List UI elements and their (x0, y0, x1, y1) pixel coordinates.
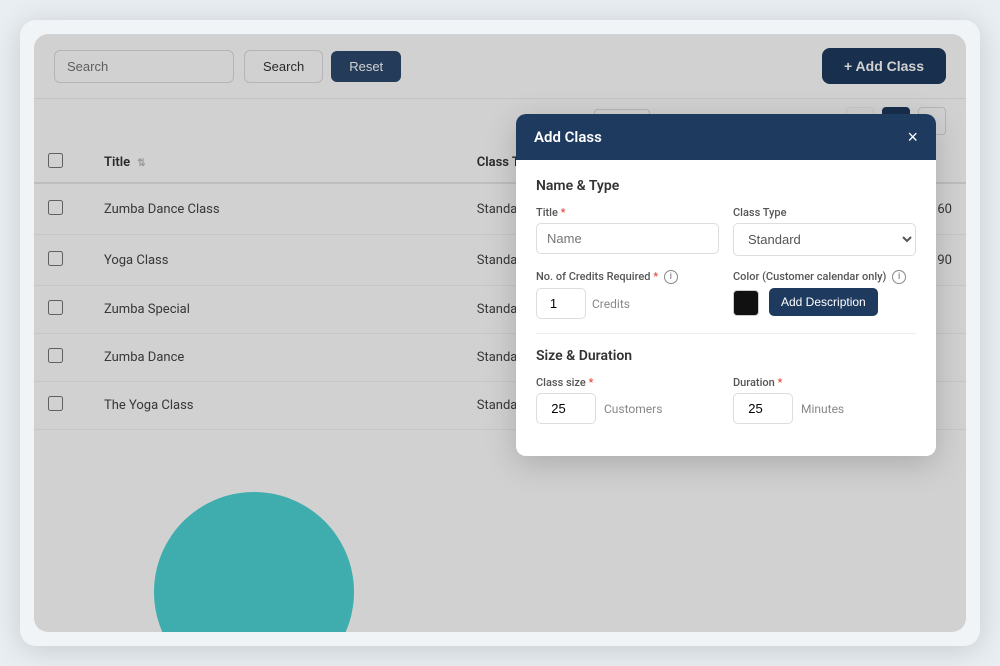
name-type-row: Title * Class Type Standard Premium Free (536, 206, 916, 256)
credits-input[interactable] (536, 288, 586, 319)
duration-label: Duration * (733, 376, 916, 389)
main-content: Search Reset + Add Class View 100 50 25 … (34, 34, 966, 632)
credits-info-icon[interactable]: i (664, 270, 678, 284)
duration-inputs: Minutes (733, 393, 916, 424)
credits-required: * (653, 270, 658, 283)
credits-unit: Credits (592, 297, 630, 311)
add-class-modal: Add Class × Name & Type Title * Cla (516, 114, 936, 456)
credits-label: No. of Credits Required * i (536, 270, 719, 284)
size-duration-row: Class size * Customers Duration * (536, 376, 916, 424)
title-group: Title * (536, 206, 719, 256)
section-size-duration: Size & Duration (536, 348, 916, 364)
duration-required: * (778, 376, 783, 389)
duration-group: Duration * Minutes (733, 376, 916, 424)
section-name-type: Name & Type (536, 178, 916, 194)
class-size-group: Class size * Customers (536, 376, 719, 424)
title-input[interactable] (536, 223, 719, 254)
color-group: Color (Customer calendar only) i Add Des… (733, 270, 916, 319)
title-required: * (561, 206, 566, 219)
title-label: Title * (536, 206, 719, 219)
modal-divider (536, 333, 916, 334)
color-info-icon[interactable]: i (892, 270, 906, 284)
credits-row: Credits (536, 288, 719, 319)
duration-input[interactable] (733, 393, 793, 424)
class-type-label: Class Type (733, 206, 916, 219)
credits-group: No. of Credits Required * i Credits (536, 270, 719, 319)
modal-body: Name & Type Title * Class Type Standard (516, 160, 936, 456)
minutes-unit: Minutes (801, 402, 844, 416)
modal-close-button[interactable]: × (907, 128, 918, 146)
add-description-button[interactable]: Add Description (769, 288, 878, 316)
size-inputs: Customers (536, 393, 719, 424)
class-size-input[interactable] (536, 393, 596, 424)
class-type-group: Class Type Standard Premium Free (733, 206, 916, 256)
color-label: Color (Customer calendar only) i (733, 270, 916, 284)
customers-unit: Customers (604, 402, 662, 416)
class-size-label: Class size * (536, 376, 719, 389)
modal-title: Add Class (534, 128, 602, 146)
size-required: * (589, 376, 594, 389)
modal-header: Add Class × (516, 114, 936, 160)
class-type-select[interactable]: Standard Premium Free (733, 223, 916, 256)
app-container: Search Reset + Add Class View 100 50 25 … (20, 20, 980, 646)
modal-overlay: Add Class × Name & Type Title * Cla (34, 34, 966, 632)
credits-color-row: No. of Credits Required * i Credits (536, 270, 916, 319)
color-row: Add Description (733, 288, 916, 316)
color-swatch[interactable] (733, 290, 759, 316)
